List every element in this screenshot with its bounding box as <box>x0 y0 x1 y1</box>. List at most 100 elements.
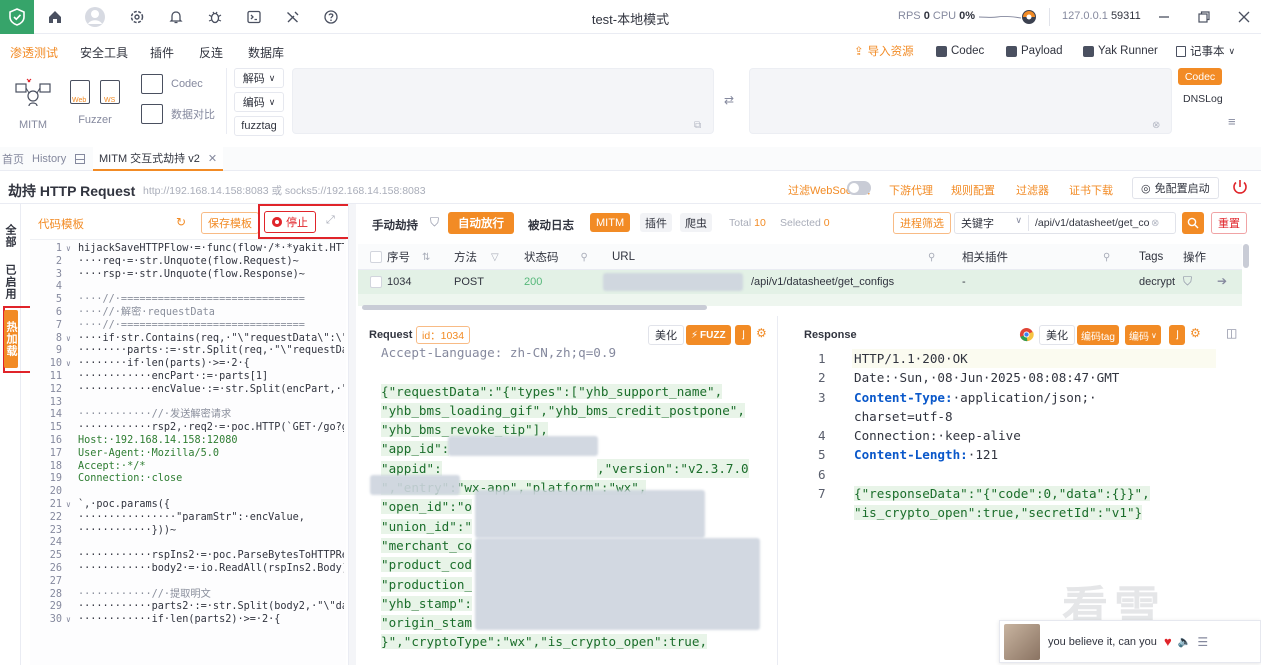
row-checkbox[interactable] <box>370 276 382 288</box>
clear-icon[interactable]: ⊗ <box>1152 120 1160 131</box>
search-input[interactable]: /api/v1/datasheet/get_configs <box>1029 217 1149 229</box>
stop-button[interactable]: 停止 <box>264 211 316 233</box>
col-header-url[interactable]: URL <box>612 246 635 268</box>
help-icon[interactable] <box>320 6 342 28</box>
decode-dropdown[interactable]: 解码 ∨ <box>234 68 284 88</box>
fuzz-button[interactable]: ⚡ FUZZ <box>686 325 731 345</box>
avatar[interactable] <box>84 6 106 28</box>
refresh-icon[interactable]: ↻ <box>176 215 186 229</box>
copy-icon[interactable]: ⧉ <box>694 120 701 131</box>
grid-icon[interactable] <box>75 147 89 171</box>
encode-dropdown-button[interactable]: 编码 ∨ <box>1125 325 1161 345</box>
heart-icon[interactable]: ♥ <box>1164 634 1172 649</box>
menu-pentest[interactable]: 渗透测试 <box>10 44 58 61</box>
playlist-icon[interactable]: ☰ <box>1197 635 1208 649</box>
sidebar-tab-enabled[interactable]: 已启用 <box>2 260 18 304</box>
request-settings-icon[interactable]: ⚙ <box>756 326 767 340</box>
fuzzer-tool[interactable]: Web WS Fuzzer <box>70 80 120 126</box>
close-icon[interactable] <box>1233 6 1255 28</box>
plugin-filter-tag[interactable]: 插件 <box>640 213 672 232</box>
engine-icon[interactable] <box>1020 8 1038 29</box>
encode-tag-button[interactable]: 编码tag <box>1077 325 1119 345</box>
downstream-proxy-link[interactable]: 下游代理 <box>889 182 933 198</box>
dnslog-tag[interactable]: DNSLog <box>1183 93 1223 105</box>
clear-search-icon[interactable]: ⊗ <box>1151 218 1159 229</box>
chrome-icon[interactable] <box>1019 327 1034 345</box>
fold-icon[interactable]: ∨ <box>66 243 78 256</box>
code-lines[interactable]: 1 ∨ hijackSaveHTTPFlow·=·func(flow·/*·*yak… <box>36 243 344 665</box>
menu-database[interactable]: 数据库 <box>248 44 284 61</box>
process-filter-button[interactable]: 进程筛选 <box>893 212 951 234</box>
notebook-button[interactable]: 记事本 ∨ <box>1176 42 1235 60</box>
request-wrap-button[interactable]: ⌋ <box>735 325 751 345</box>
swap-icon[interactable]: ⇄ <box>724 93 734 107</box>
no-config-start-button[interactable]: ◎ 免配置启动 <box>1132 177 1219 199</box>
fullscreen-icon[interactable]: ⤢ <box>326 214 335 227</box>
shield-icon[interactable]: ⛉ <box>430 215 439 230</box>
fold-icon[interactable]: ∨ <box>66 614 78 627</box>
tab-history[interactable]: History <box>32 147 66 171</box>
tools-icon[interactable] <box>282 6 304 28</box>
panel-divider[interactable] <box>348 204 356 665</box>
cert-download-link[interactable]: 证书下载 <box>1069 182 1113 198</box>
fold-icon[interactable]: ∨ <box>66 499 78 512</box>
auto-release-tab[interactable]: 自动放行 <box>448 212 514 234</box>
power-icon[interactable] <box>1231 178 1249 199</box>
search-button[interactable] <box>1182 212 1204 234</box>
sidebar-tab-hot-reload[interactable]: 热加载 <box>4 310 18 368</box>
websocket-toggle[interactable] <box>847 181 871 195</box>
select-all-checkbox[interactable] <box>370 251 382 263</box>
crawler-filter-tag[interactable]: 爬虫 <box>680 213 712 232</box>
bug-icon[interactable] <box>204 6 226 28</box>
reset-button[interactable]: 重置 <box>1211 212 1247 234</box>
manual-hijack-tab[interactable]: 手动劫持 <box>372 217 418 233</box>
fold-icon[interactable]: ∨ <box>66 358 78 371</box>
col-header-method[interactable]: 方法 ▽ <box>454 246 499 268</box>
mitm-filter-tag[interactable]: MITM <box>590 213 631 232</box>
fuzztag-button[interactable]: fuzztag <box>234 116 284 136</box>
tab-mitm-v2[interactable]: MITM 交互式劫持 v2 ✕ <box>93 147 224 171</box>
passive-log-tab[interactable]: 被动日志 <box>528 217 574 233</box>
response-body[interactable]: 1 HTTP/1.1·200·OK 2 Date:·Sun,·08·Jun·2025·… <box>818 349 1218 523</box>
search-icon[interactable]: ⚲ <box>1103 246 1110 268</box>
filter-icon[interactable]: ▽ <box>491 252 499 263</box>
col-header-status[interactable]: 状态码 ⚲ <box>524 246 588 268</box>
codec-button[interactable]: Codec <box>936 42 984 60</box>
menu-plugins[interactable]: 插件 <box>150 44 174 61</box>
yak-runner-button[interactable]: Yak Runner <box>1083 42 1158 60</box>
restore-icon[interactable] <box>1193 6 1215 28</box>
codec-input-box[interactable] <box>292 68 714 134</box>
col-header-plugins[interactable]: 相关插件 <box>962 246 1008 268</box>
save-template-button[interactable]: 保存模板 <box>201 212 259 234</box>
response-beautify-button[interactable]: 美化 <box>1039 325 1075 345</box>
menu-lines-icon[interactable]: ≡ <box>1228 114 1236 129</box>
encode-dropdown[interactable]: 编码 ∨ <box>234 92 284 112</box>
menu-reverse[interactable]: 反连 <box>199 44 223 61</box>
code-template-label[interactable]: 代码模板 <box>38 216 84 232</box>
menu-security-tools[interactable]: 安全工具 <box>80 44 128 61</box>
request-beautify-button[interactable]: 美化 <box>648 325 684 345</box>
sidebar-tab-all[interactable]: 全部 <box>2 218 18 254</box>
rules-config-link[interactable]: 规则配置 <box>951 182 995 198</box>
table-scrollbar[interactable] <box>362 305 707 310</box>
mitm-tool[interactable]: MITM <box>14 78 52 131</box>
tab-home[interactable]: 首页 <box>2 147 24 171</box>
volume-icon[interactable]: 🔈 <box>1178 635 1192 648</box>
search-icon[interactable]: ⚲ <box>928 246 935 268</box>
music-player[interactable]: you believe it, can you re ♥ 🔈 ☰ <box>999 620 1261 663</box>
filter-link[interactable]: 过滤器 <box>1016 182 1049 198</box>
row-action-arrow-icon[interactable]: ➔ <box>1217 274 1227 288</box>
codec-tag[interactable]: Codec <box>1178 68 1222 85</box>
bell-icon[interactable] <box>165 6 187 28</box>
codec-tool[interactable]: Codec <box>141 74 221 94</box>
tab-close-icon[interactable]: ✕ <box>208 152 217 165</box>
fold-icon[interactable]: ∨ <box>66 333 78 346</box>
search-icon[interactable]: ⚲ <box>581 252 588 263</box>
response-wrap-button[interactable]: ⌋ <box>1169 325 1185 345</box>
payload-button[interactable]: Payload <box>1006 42 1063 60</box>
table-vscrollbar[interactable] <box>1243 244 1249 268</box>
col-header-id[interactable]: 序号 ⇅ <box>387 246 430 268</box>
codec-output-box[interactable] <box>749 68 1172 134</box>
yakit-logo-icon[interactable] <box>0 0 34 34</box>
sidebar-toggle-icon[interactable]: ◫ <box>1226 326 1237 340</box>
